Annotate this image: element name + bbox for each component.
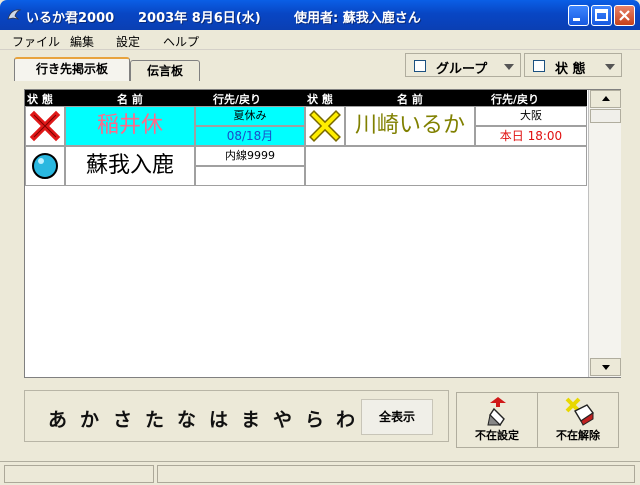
scroll-thumb[interactable] <box>590 109 621 123</box>
kana-ta-button[interactable]: た <box>145 405 164 432</box>
absent-set-button[interactable]: 不在設定 <box>456 392 538 448</box>
status-section-1 <box>4 465 154 483</box>
scroll-down-button[interactable] <box>590 358 621 376</box>
kana-a-button[interactable]: あ <box>48 405 67 432</box>
menu-edit[interactable]: 編集 <box>70 33 94 50</box>
title-user: 使用者: 蘇我入鹿さん <box>294 11 421 26</box>
status-filter-label: 状 態 <box>555 62 586 77</box>
header-name: 名 前 <box>117 93 143 106</box>
minimize-icon <box>573 18 580 21</box>
entry-name-cell[interactable]: 蘇我入鹿 <box>65 146 195 186</box>
kana-ma-button[interactable]: ま <box>241 405 260 432</box>
entry-dest-cell: 夏休み <box>195 106 305 126</box>
maximize-icon <box>595 9 608 21</box>
pen-flag-icon <box>487 397 506 427</box>
arrow-up-icon <box>602 96 610 101</box>
destination-board-panel: 状 態 名 前 行先/戻り 状 態 名 前 行先/戻り 稲井休 夏休み 08/1… <box>24 89 621 378</box>
status-cell[interactable] <box>305 106 345 146</box>
red-x-icon <box>29 110 61 142</box>
title-bar[interactable]: いるか君2000 2003年 8月6日(水) 使用者: 蘇我入鹿さん <box>0 0 640 30</box>
group-filter-checkbox[interactable] <box>414 60 426 72</box>
close-button[interactable] <box>614 5 635 26</box>
header-status: 状 態 <box>27 93 53 106</box>
board-header: 状 態 名 前 行先/戻り 状 態 名 前 行先/戻り <box>25 90 587 106</box>
entry-return-cell: 08/18月 <box>195 126 305 146</box>
app-dolphin-icon <box>7 9 22 20</box>
show-all-button[interactable]: 全表示 <box>361 399 433 435</box>
tab-destination-board[interactable]: 行き先掲示板 <box>14 57 130 81</box>
group-filter-label: グループ <box>436 62 488 77</box>
entry-dest-cell: 内線9999 <box>195 146 305 166</box>
vertical-scrollbar[interactable] <box>588 90 621 377</box>
chevron-down-icon <box>605 64 615 70</box>
header-dest: 行先/戻り <box>213 93 262 106</box>
kana-ka-button[interactable]: か <box>80 405 99 432</box>
group-filter-dropdown[interactable]: グループ <box>405 53 521 77</box>
menu-help[interactable]: ヘルプ <box>163 33 199 50</box>
menu-bar: ファイル 編集 設定 ヘルプ <box>0 30 640 50</box>
header-status-2: 状 態 <box>307 93 333 106</box>
entry-name-cell[interactable]: 稲井休 <box>65 106 195 146</box>
entry-name-cell[interactable]: 川崎いるか <box>345 106 475 146</box>
kana-index-panel: あ か さ た な は ま や ら わ 全表示 <box>24 390 449 442</box>
entry-return-cell: 本日 18:00 <box>475 126 587 146</box>
eraser-x-icon <box>565 397 595 426</box>
menu-settings[interactable]: 設定 <box>116 33 140 50</box>
header-name-2: 名 前 <box>397 93 423 106</box>
arrow-down-icon <box>602 365 610 370</box>
chevron-down-icon <box>504 64 514 70</box>
app-title: いるか君2000 <box>26 11 115 26</box>
menu-file[interactable]: ファイル <box>12 33 60 50</box>
scroll-up-button[interactable] <box>590 90 621 108</box>
kana-ra-button[interactable]: ら <box>305 405 324 432</box>
empty-cell <box>305 146 587 186</box>
entry-return-cell <box>195 166 305 186</box>
close-icon <box>619 10 630 21</box>
minimize-button[interactable] <box>568 5 589 26</box>
status-filter-dropdown[interactable]: 状 態 <box>524 53 622 77</box>
title-date: 2003年 8月6日(水) <box>138 11 261 26</box>
status-cell[interactable] <box>25 106 65 146</box>
kana-sa-button[interactable]: さ <box>113 405 132 432</box>
yellow-x-icon <box>309 110 341 142</box>
absent-clear-button[interactable]: 不在解除 <box>537 392 619 448</box>
absent-set-label: 不在設定 <box>475 429 519 442</box>
kana-ha-button[interactable]: は <box>209 405 228 432</box>
absent-clear-label: 不在解除 <box>556 429 600 442</box>
header-dest-2: 行先/戻り <box>491 93 540 106</box>
status-cell[interactable] <box>25 146 65 186</box>
entry-dest-cell: 大阪 <box>475 106 587 126</box>
blue-circle-icon <box>32 153 58 179</box>
kana-wa-button[interactable]: わ <box>336 405 355 432</box>
kana-na-button[interactable]: な <box>177 405 196 432</box>
kana-ya-button[interactable]: や <box>273 405 292 432</box>
tab-message-board[interactable]: 伝言板 <box>130 60 200 81</box>
status-filter-checkbox[interactable] <box>533 60 545 72</box>
maximize-button[interactable] <box>591 5 612 26</box>
status-bar <box>0 461 640 485</box>
status-section-2 <box>157 465 635 483</box>
